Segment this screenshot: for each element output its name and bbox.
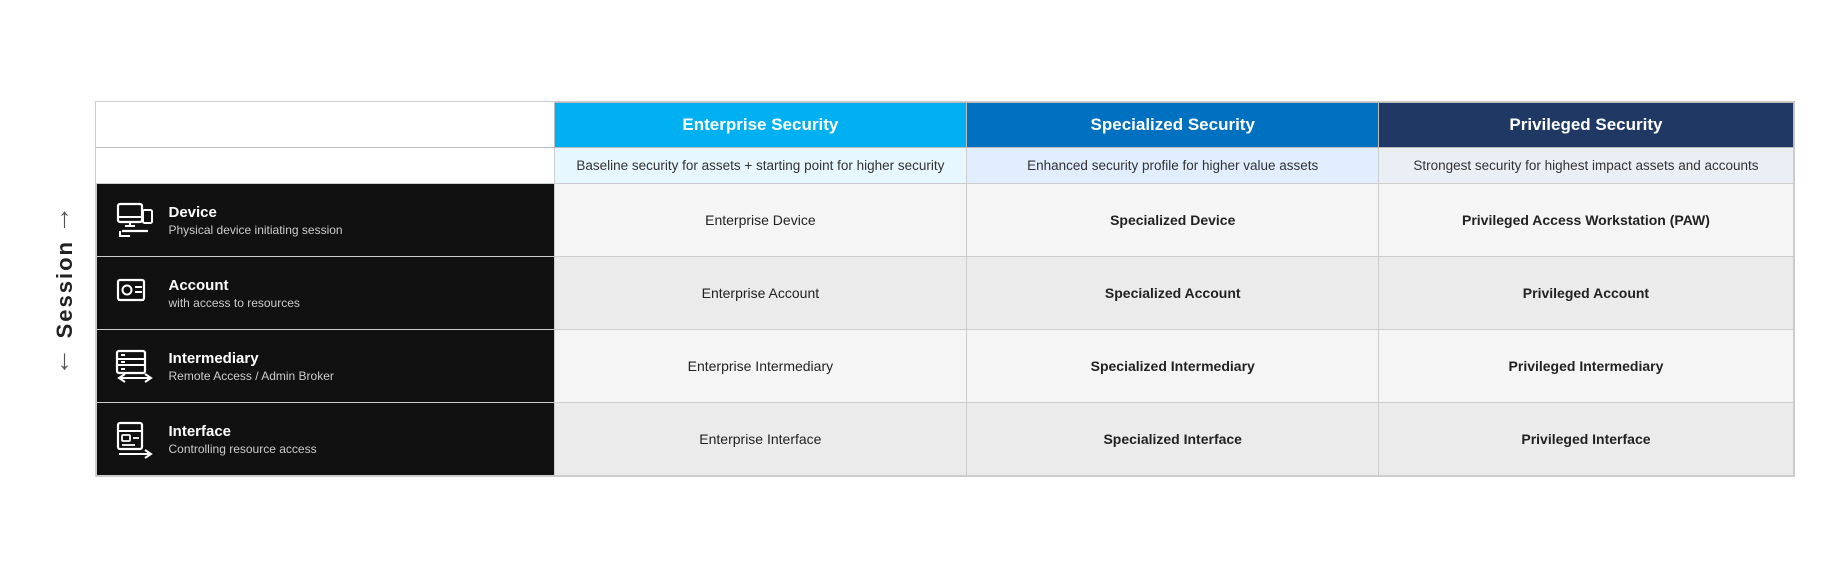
- arrow-up-icon: ↑: [58, 204, 72, 232]
- session-col: ↑ Session ↓: [35, 101, 95, 477]
- subtitle-row: Baseline security for assets + starting …: [96, 148, 1793, 184]
- th-privileged: Privileged Security: [1379, 103, 1793, 148]
- specialized-device: Specialized Device: [967, 184, 1379, 257]
- privileged-intermediary: Privileged Intermediary: [1379, 330, 1793, 403]
- specialized-account: Specialized Account: [967, 257, 1379, 330]
- table-row: Interface Controlling resource access En…: [96, 403, 1793, 476]
- intermediary-icon: [113, 344, 157, 388]
- row-header-intermediary: Intermediary Remote Access / Admin Broke…: [96, 330, 554, 403]
- row-header-interface: Interface Controlling resource access: [96, 403, 554, 476]
- table-row: Intermediary Remote Access / Admin Broke…: [96, 330, 1793, 403]
- main-table: Enterprise Security Specialized Security…: [96, 102, 1794, 476]
- table-row: Account with access to resources Enterpr…: [96, 257, 1793, 330]
- device-icon: [113, 198, 157, 242]
- main-table-wrapper: Enterprise Security Specialized Security…: [95, 101, 1795, 477]
- privileged-device: Privileged Access Workstation (PAW): [1379, 184, 1793, 257]
- th-specialized: Specialized Security: [967, 103, 1379, 148]
- session-label: Session: [52, 240, 78, 338]
- row-header-account: Account with access to resources: [96, 257, 554, 330]
- specialized-interface: Specialized Interface: [967, 403, 1379, 476]
- enterprise-device: Enterprise Device: [554, 184, 966, 257]
- td-empty-sub: [96, 148, 554, 184]
- table-row: Device Physical device initiating sessio…: [96, 184, 1793, 257]
- enterprise-intermediary: Enterprise Intermediary: [554, 330, 966, 403]
- account-icon: [113, 271, 157, 315]
- interface-icon: [113, 417, 157, 461]
- enterprise-account: Enterprise Account: [554, 257, 966, 330]
- td-privileged-subtitle: Strongest security for highest impact as…: [1379, 148, 1793, 184]
- privileged-interface: Privileged Interface: [1379, 403, 1793, 476]
- outer-wrapper: ↑ Session ↓ Enterprise Security Sp: [35, 101, 1795, 477]
- specialized-intermediary: Specialized Intermediary: [967, 330, 1379, 403]
- td-specialized-subtitle: Enhanced security profile for higher val…: [967, 148, 1379, 184]
- row-header-device: Device Physical device initiating sessio…: [96, 184, 554, 257]
- th-empty: [96, 103, 554, 148]
- th-enterprise: Enterprise Security: [554, 103, 966, 148]
- privileged-account: Privileged Account: [1379, 257, 1793, 330]
- td-enterprise-subtitle: Baseline security for assets + starting …: [554, 148, 966, 184]
- header-row: Enterprise Security Specialized Security…: [96, 103, 1793, 148]
- arrow-down-icon: ↓: [58, 346, 72, 374]
- enterprise-interface: Enterprise Interface: [554, 403, 966, 476]
